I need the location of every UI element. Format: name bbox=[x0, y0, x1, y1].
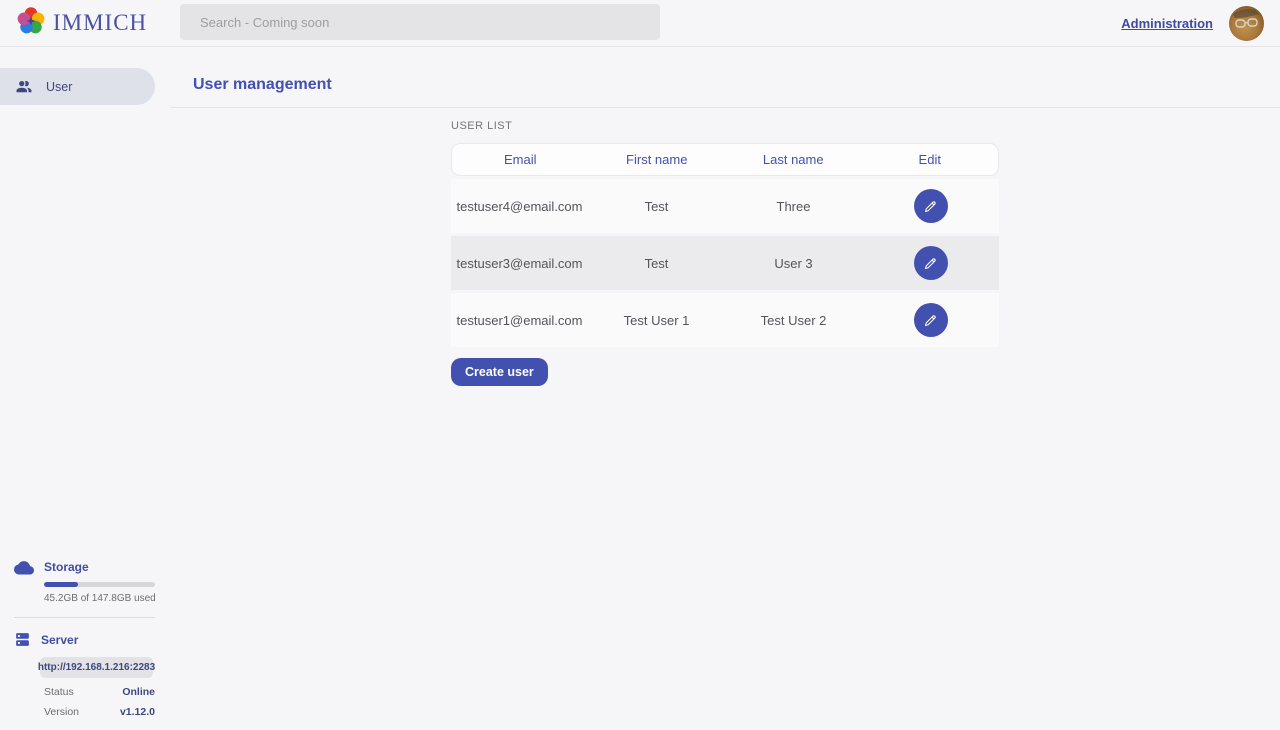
header-first-name: First name bbox=[589, 152, 726, 167]
user-table: Email First name Last name Edit testuser… bbox=[451, 143, 999, 347]
server-icon bbox=[14, 631, 31, 648]
cell-first-name: Test bbox=[588, 256, 725, 271]
title-divider bbox=[170, 107, 1280, 108]
sidebar-divider bbox=[14, 617, 155, 618]
user-avatar[interactable] bbox=[1229, 6, 1264, 41]
server-url: http://192.168.1.216:2283 bbox=[40, 657, 153, 678]
main-content: User management USER LIST Email First na… bbox=[170, 47, 1280, 730]
pencil-icon bbox=[923, 256, 938, 271]
edit-user-button[interactable] bbox=[914, 189, 948, 223]
status-value: Online bbox=[122, 686, 155, 698]
cell-first-name: Test User 1 bbox=[588, 313, 725, 328]
cell-email: testuser1@email.com bbox=[451, 313, 588, 328]
pencil-icon bbox=[923, 313, 938, 328]
cell-last-name: Test User 2 bbox=[725, 313, 862, 328]
cell-last-name: User 3 bbox=[725, 256, 862, 271]
pencil-icon bbox=[923, 199, 938, 214]
cell-email: testuser4@email.com bbox=[451, 199, 588, 214]
version-value: v1.12.0 bbox=[120, 706, 155, 718]
cell-email: testuser3@email.com bbox=[451, 256, 588, 271]
user-list-label: USER LIST bbox=[451, 120, 999, 132]
search-input[interactable] bbox=[180, 4, 660, 40]
app-title: IMMICH bbox=[53, 10, 147, 36]
table-row: testuser4@email.com Test Three bbox=[451, 179, 999, 233]
table-row: testuser1@email.com Test User 1 Test Use… bbox=[451, 293, 999, 347]
create-user-button[interactable]: Create user bbox=[451, 358, 548, 386]
storage-title: Storage bbox=[44, 560, 89, 574]
header-edit: Edit bbox=[862, 152, 999, 167]
server-status-box: Storage 45.2GB of 147.8GB used Server ht… bbox=[0, 559, 170, 718]
storage-usage-text: 45.2GB of 147.8GB used bbox=[44, 593, 170, 604]
status-label: Status bbox=[44, 686, 74, 698]
storage-progress-fill bbox=[44, 582, 78, 587]
cell-first-name: Test bbox=[588, 199, 725, 214]
header-last-name: Last name bbox=[725, 152, 862, 167]
page-title: User management bbox=[170, 47, 1280, 94]
cloud-icon bbox=[14, 559, 34, 575]
version-label: Version bbox=[44, 706, 79, 718]
edit-user-button[interactable] bbox=[914, 303, 948, 337]
sidebar-item-user[interactable]: User bbox=[0, 68, 155, 105]
sidebar-item-label: User bbox=[46, 80, 72, 94]
administration-link[interactable]: Administration bbox=[1121, 16, 1213, 31]
edit-user-button[interactable] bbox=[914, 246, 948, 280]
cell-last-name: Three bbox=[725, 199, 862, 214]
storage-progress-bar bbox=[44, 582, 155, 587]
header-email: Email bbox=[452, 152, 589, 167]
immich-flower-icon bbox=[16, 6, 46, 41]
server-status-row: Status Online bbox=[44, 686, 155, 698]
table-header-row: Email First name Last name Edit bbox=[451, 143, 999, 176]
server-version-row: Version v1.12.0 bbox=[44, 706, 155, 718]
app-logo[interactable]: IMMICH bbox=[16, 6, 147, 41]
users-icon bbox=[15, 78, 33, 96]
sidebar: User Storage 45.2GB of 147.8GB used bbox=[0, 47, 170, 730]
topbar: IMMICH Administration bbox=[0, 0, 1280, 47]
server-title: Server bbox=[41, 633, 78, 647]
table-row: testuser3@email.com Test User 3 bbox=[451, 236, 999, 290]
